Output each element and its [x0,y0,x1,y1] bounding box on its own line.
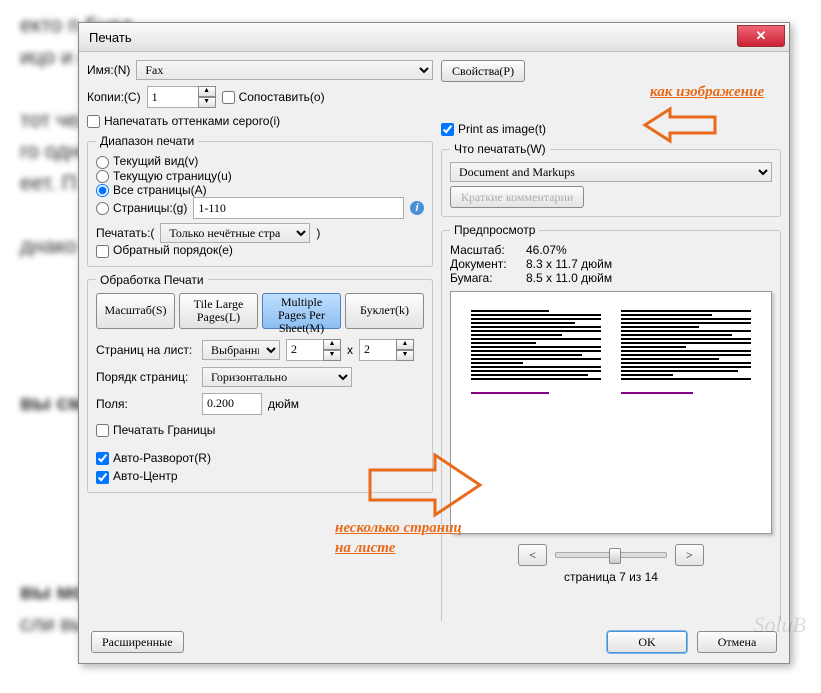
dialog-title: Печать [89,30,132,45]
per-sheet-select[interactable]: Выбранные [202,340,280,360]
copies-spinner[interactable]: ▲▼ [147,86,216,108]
summarize-button: Краткие комментарии [450,186,584,208]
cols-spinner[interactable]: ▲▼ [286,339,341,361]
auto-rotate-checkbox[interactable]: Авто-Разворот(R) [96,451,424,465]
print-handling-group: Обработка Печати Масштаб(S) Tile Large P… [87,273,433,493]
what-select[interactable]: Document and Markups [450,162,772,182]
what-to-print-group: Что печатать(W) Document and Markups Кра… [441,142,781,217]
tab-scale[interactable]: Масштаб(S) [96,293,175,329]
name-label: Имя:(N) [87,63,130,77]
close-button[interactable]: ✕ [737,25,785,47]
ok-button[interactable]: OK [607,631,687,653]
radio-pages[interactable]: Страницы:(g) [96,201,187,215]
margins-input[interactable] [202,393,262,415]
copies-label: Копии:(C) [87,90,141,104]
page-indicator: страница 7 из 14 [450,570,772,584]
print-dialog: Печать ✕ Имя:(N) Fax Копии:(C) ▲▼ Сопост… [78,22,790,664]
page-order-select[interactable]: Горизонтально [202,367,352,387]
borders-checkbox[interactable]: Печатать Границы [96,423,424,437]
next-page-button[interactable]: > [675,544,704,566]
watermark: SoluB [753,612,806,638]
titlebar: Печать ✕ [79,23,789,52]
tab-booklet[interactable]: Буклет(k) [345,293,424,329]
subset-select[interactable]: Только нечётные стра [160,223,310,243]
preview-pane [450,291,772,534]
reverse-checkbox[interactable]: Обратный порядок(e) [96,243,233,257]
print-as-image-checkbox[interactable]: Print as image(t) [441,122,781,136]
radio-all-pages[interactable]: Все страницы(A) [96,183,207,197]
preview-group: Предпросмотр Масштаб:46.07% Документ:8.3… [441,223,781,630]
printer-select[interactable]: Fax [136,60,433,80]
radio-current-page[interactable]: Текущую страницу(u) [96,169,232,183]
rows-spinner[interactable]: ▲▼ [359,339,414,361]
tab-tile[interactable]: Tile Large Pages(L) [179,293,258,329]
info-icon[interactable]: i [410,201,424,215]
collate-checkbox[interactable]: Сопоставить(o) [222,90,325,104]
page-slider[interactable] [555,552,667,558]
prev-page-button[interactable]: < [518,544,547,566]
properties-button[interactable]: Свойства(P) [441,60,525,82]
pages-input[interactable] [193,197,404,219]
grayscale-checkbox[interactable]: Напечатать оттенками серого(i) [87,114,433,128]
print-range-group: Диапазон печати Текущий вид(v) Текущую с… [87,134,433,266]
tab-multiple[interactable]: Multiple Pages Per Sheet(M) [262,293,341,329]
radio-current-view[interactable]: Текущий вид(v) [96,154,198,168]
advanced-button[interactable]: Расширенные [91,631,184,653]
auto-center-checkbox[interactable]: Авто-Центр [96,469,424,483]
